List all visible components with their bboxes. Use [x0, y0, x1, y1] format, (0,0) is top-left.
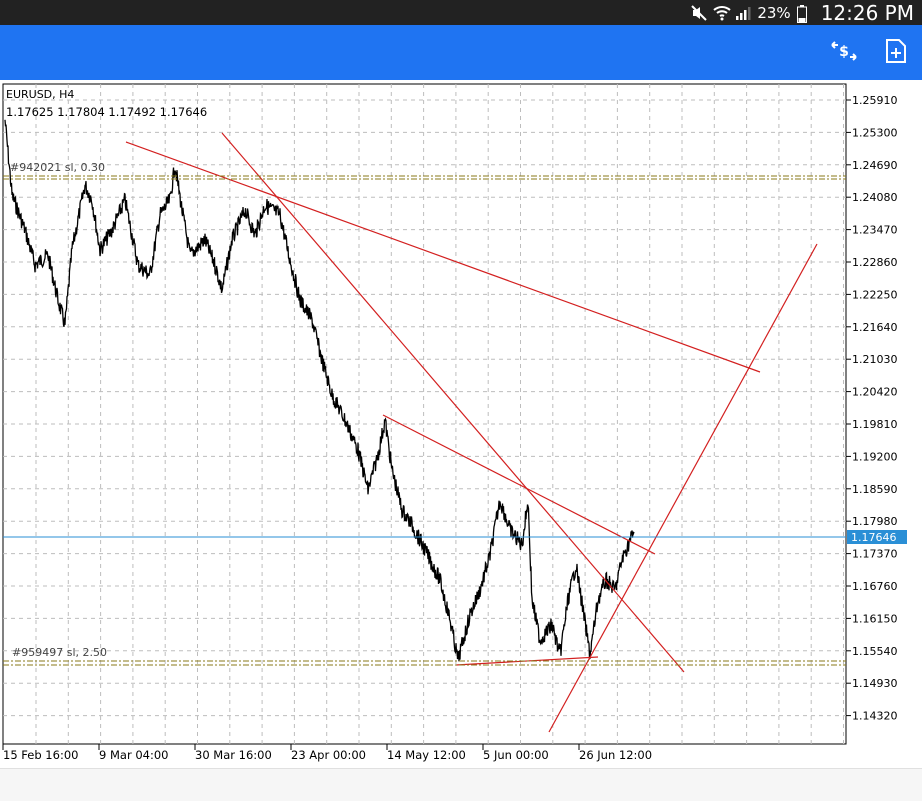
- current-price-text: 1.17646: [851, 531, 897, 544]
- battery-icon: [796, 4, 813, 23]
- time-tick-label: 14 May 12:00: [387, 748, 466, 762]
- price-axis: 1.25910 1.25300 1.24690 1.24080 1.23470 1.228…: [846, 94, 898, 723]
- signal-icon: [735, 5, 751, 21]
- currency-swap-icon: $: [830, 39, 858, 67]
- app-bar: $: [0, 25, 922, 80]
- order-959497-label: #959497 sl, 2.50: [12, 646, 107, 659]
- price-tick-label: 1.19810: [852, 418, 898, 431]
- new-order-button[interactable]: [882, 39, 910, 67]
- price-tick-label: 1.17980: [852, 515, 898, 528]
- time-tick-label: 15 Feb 16:00: [3, 748, 78, 762]
- status-bar: 23% 12:26 PM: [0, 0, 922, 25]
- current-price-tag: 1.17646: [847, 530, 907, 544]
- time-tick-label: 30 Mar 16:00: [195, 748, 272, 762]
- price-tick-label: 1.14930: [852, 677, 898, 690]
- price-tick-label: 1.16760: [852, 580, 898, 593]
- bottom-nav: [0, 768, 922, 801]
- order-942021-label: #942021 sl, 0.30: [10, 161, 105, 174]
- wifi-icon: [713, 5, 732, 21]
- price-tick-label: 1.24080: [852, 191, 898, 204]
- svg-text:$: $: [839, 44, 849, 60]
- currency-swap-button[interactable]: $: [830, 39, 858, 67]
- mute-icon: [691, 4, 708, 21]
- time-axis: 15 Feb 16:00 9 Mar 04:00 30 Mar 16:00 23 Ap…: [2, 744, 652, 762]
- price-tick-label: 1.22860: [852, 256, 898, 269]
- price-tick-label: 1.14320: [852, 710, 898, 723]
- price-tick-label: 1.25300: [852, 126, 898, 139]
- price-tick-label: 1.21640: [852, 321, 898, 334]
- price-tick-label: 1.16150: [852, 612, 898, 625]
- new-order-icon: [885, 38, 907, 68]
- time-tick-label: 26 Jun 12:00: [579, 748, 652, 762]
- price-chart[interactable]: EURUSD, H4 1.17625 1.17804 1.17492 1.176…: [0, 80, 922, 768]
- price-tick-label: 1.18590: [852, 483, 898, 496]
- battery-percent: 23%: [757, 3, 791, 22]
- price-tick-label: 1.23470: [852, 224, 898, 237]
- price-tick-label: 1.24690: [852, 159, 898, 172]
- price-tick-label: 1.25910: [852, 94, 898, 107]
- time-tick-label: 5 Jun 00:00: [483, 748, 549, 762]
- plot-frame: [2, 83, 847, 745]
- price-tick-label: 1.22250: [852, 288, 898, 301]
- price-tick-label: 1.21030: [852, 353, 898, 366]
- time-tick-label: 9 Mar 04:00: [99, 748, 168, 762]
- price-tick-label: 1.17370: [852, 548, 898, 561]
- clock: 12:26 PM: [820, 0, 914, 25]
- price-tick-label: 1.20420: [852, 386, 898, 399]
- chart-area[interactable]: EURUSD, H4 1.17625 1.17804 1.17492 1.176…: [0, 80, 922, 768]
- ohlc-label: 1.17625 1.17804 1.17492 1.17646: [6, 105, 207, 119]
- symbol-label: EURUSD, H4: [6, 88, 74, 101]
- price-tick-label: 1.15540: [852, 645, 898, 658]
- price-tick-label: 1.19200: [852, 450, 898, 463]
- time-tick-label: 23 Apr 00:00: [291, 748, 366, 762]
